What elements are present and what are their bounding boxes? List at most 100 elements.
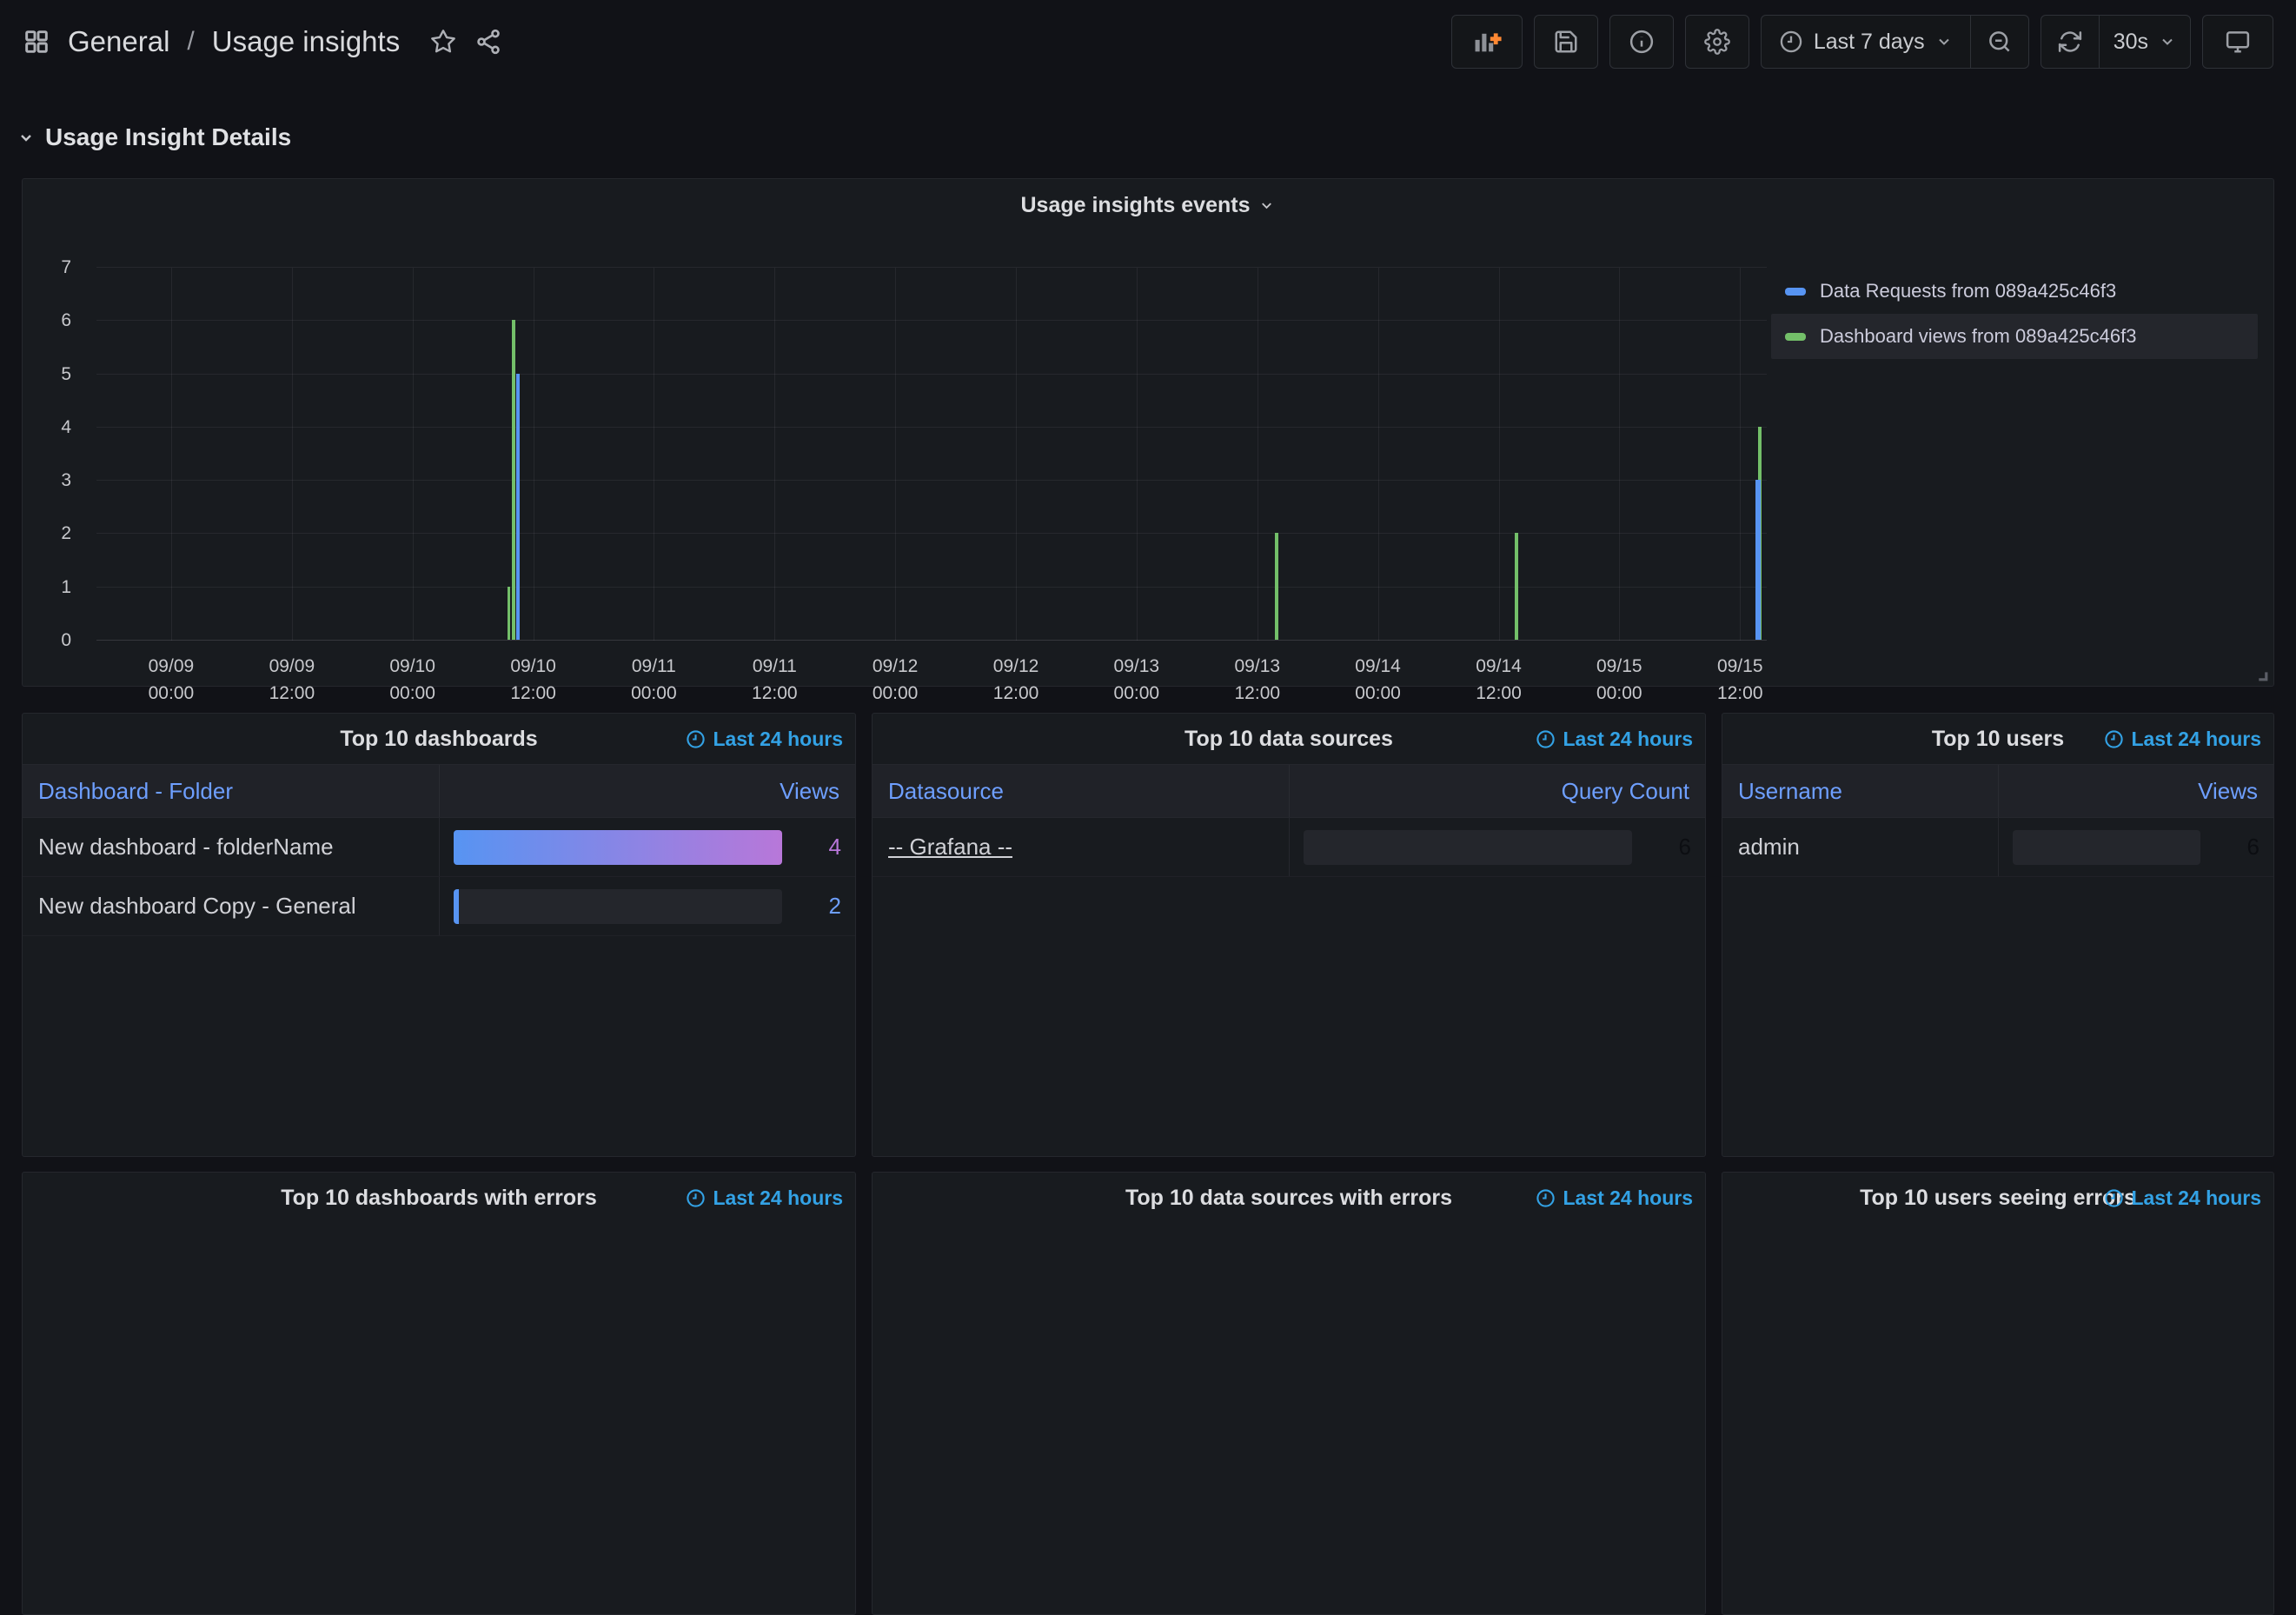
add-panel-button[interactable] [1450,15,1523,69]
panel-top-10-dashboards: Top 10 dashboards Last 24 hours Dashboar… [22,713,856,1157]
panel-time-range-link[interactable]: Last 24 hours [1536,1173,1693,1223]
panel-time-range-link[interactable]: Last 24 hours [1536,714,1693,764]
panel-time-range-link[interactable]: Last 24 hours [2104,1173,2261,1223]
bar-chart-add-icon [1475,33,1502,52]
table-row: -- Grafana -- 6 [873,818,1705,877]
time-range-text: Last 24 hours [2131,727,2261,750]
legend-item-dashboard-views[interactable]: Dashboard views from 089a425c46f3 [1771,314,2258,359]
x-axis-tick-label: 09/10 12:00 [510,656,556,703]
table-row: admin 6 [1722,818,2273,877]
chart-y-labels: 7 6 5 4 3 2 1 0 [23,257,83,650]
chart-plot[interactable] [96,267,1767,641]
y-axis-tick-label: 4 [61,416,71,437]
grid-line-v [1498,268,1500,641]
row-label-cell: -- Grafana -- [873,818,1289,876]
panel-top-10-users: Top 10 users Last 24 hours Username View… [1722,713,2274,1157]
panel-title: Usage insights events [1020,193,1251,217]
x-axis-tick-label: 09/15 00:00 [1596,656,1642,703]
y-axis-tick-label: 7 [61,257,71,277]
row-label-cell: admin [1722,818,1998,876]
column-header[interactable]: Dashboard - Folder [23,765,439,817]
x-axis-tick-label: 09/14 00:00 [1355,656,1401,703]
section-title: Usage Insight Details [45,123,292,150]
monitor-icon [2226,31,2250,53]
star-icon[interactable] [429,28,457,56]
refresh-icon [2058,31,2081,52]
clock-icon [2105,729,2124,748]
breadcrumb-dashboard-title[interactable]: Usage insights [212,25,400,58]
row-value-cell: 6 [1289,818,1705,876]
column-header[interactable]: Views [439,765,855,817]
x-axis-tick-label: 09/09 12:00 [269,656,315,703]
row-label-cell: New dashboard Copy - General [23,877,439,935]
chart-bar-dashboard_views[interactable] [1514,533,1518,640]
column-header[interactable]: Views [1998,765,2273,817]
clock-icon [2105,1188,2124,1207]
save-dashboard-button[interactable] [1533,15,1598,69]
grid-line-h [96,640,1767,641]
x-axis-tick-label: 09/12 00:00 [872,656,919,703]
breadcrumb-folder[interactable]: General [68,25,169,58]
bar-gauge [2013,829,2200,865]
chevron-down-icon [1262,203,1272,209]
chart-bar-data_requests[interactable] [1755,480,1762,640]
refresh-interval-picker[interactable]: 30s [2098,16,2190,68]
legend-swatch [1785,332,1806,341]
column-header[interactable]: Datasource [873,765,1289,817]
x-axis-tick-label: 09/11 00:00 [631,656,677,703]
panel-time-range-link[interactable]: Last 24 hours [686,714,843,764]
grid-line-v [774,268,776,641]
panel-title-menu[interactable]: Usage insights events [23,193,2273,218]
column-header[interactable]: Username [1722,765,1998,817]
tv-kiosk-button[interactable] [2202,15,2273,69]
zoom-out-button[interactable] [1969,16,2028,68]
clock-icon [1536,729,1556,748]
chart-bar-data_requests[interactable] [515,373,520,640]
row-value-cell: 4 [439,818,855,876]
time-range-label: Last 7 days [1813,29,1925,54]
bar-gauge [454,829,782,865]
panel-time-range-link[interactable]: Last 24 hours [686,1173,843,1223]
table-row: New dashboard Copy - General 2 [23,877,855,936]
time-range-text: Last 24 hours [713,1186,843,1209]
breadcrumb-separator: / [187,27,195,56]
chart-bar-dashboard_views[interactable] [511,320,515,640]
row-label: admin [1738,834,1800,860]
chart-x-labels: 09/09 00:00 09/09 12:00 09/10 00:00 09/10 12:00… [96,653,1767,715]
chart-bar-dashboard_views[interactable] [1274,533,1278,640]
chart-bar-dashboard_views[interactable] [508,586,511,640]
x-axis-tick-label: 09/13 12:00 [1234,656,1281,703]
save-icon [1555,30,1577,53]
row-value-cell: 6 [1998,818,2273,876]
row-value: 6 [1678,834,1691,860]
bar-gauge [1304,829,1632,865]
time-range-text: Last 24 hours [1563,727,1693,750]
apps-grid-icon[interactable] [23,28,50,56]
row-usage-insight-details[interactable]: Usage Insight Details [16,116,291,158]
table-body: -- Grafana -- 6 [873,818,1705,877]
clock-icon [687,1188,706,1207]
gear-icon [1703,29,1730,55]
row-label-link[interactable]: -- Grafana -- [888,834,1012,861]
magnifier-minus-icon [1988,31,2010,52]
dashboard-insights-button[interactable] [1609,15,1674,69]
x-axis-tick-label: 09/09 00:00 [148,656,195,703]
grid-line-h [96,373,1767,375]
refresh-interval-label: 30s [2113,29,2148,54]
panel-time-range-link[interactable]: Last 24 hours [2104,714,2261,764]
row-value: 2 [828,893,841,919]
table-row: New dashboard - folderName 4 [23,818,855,877]
refresh-button[interactable] [2041,16,2099,68]
time-picker-group: Last 7 days [1760,15,2029,69]
share-icon[interactable] [474,28,502,56]
y-axis-tick-label: 3 [61,470,71,491]
panel-resize-grip[interactable] [2254,668,2269,682]
x-axis-tick-label: 09/12 12:00 [992,656,1039,703]
dashboard-settings-button[interactable] [1684,15,1749,69]
time-range-picker[interactable]: Last 7 days [1762,16,1970,68]
panel-top-10-dashboards-with-errors: Top 10 dashboards with errors Last 24 ho… [22,1172,856,1615]
column-header[interactable]: Query Count [1289,765,1705,817]
grid-line-h [96,480,1767,482]
bar-gauge-fill [454,829,782,865]
legend-item-data-requests[interactable]: Data Requests from 089a425c46f3 [1771,269,2258,314]
